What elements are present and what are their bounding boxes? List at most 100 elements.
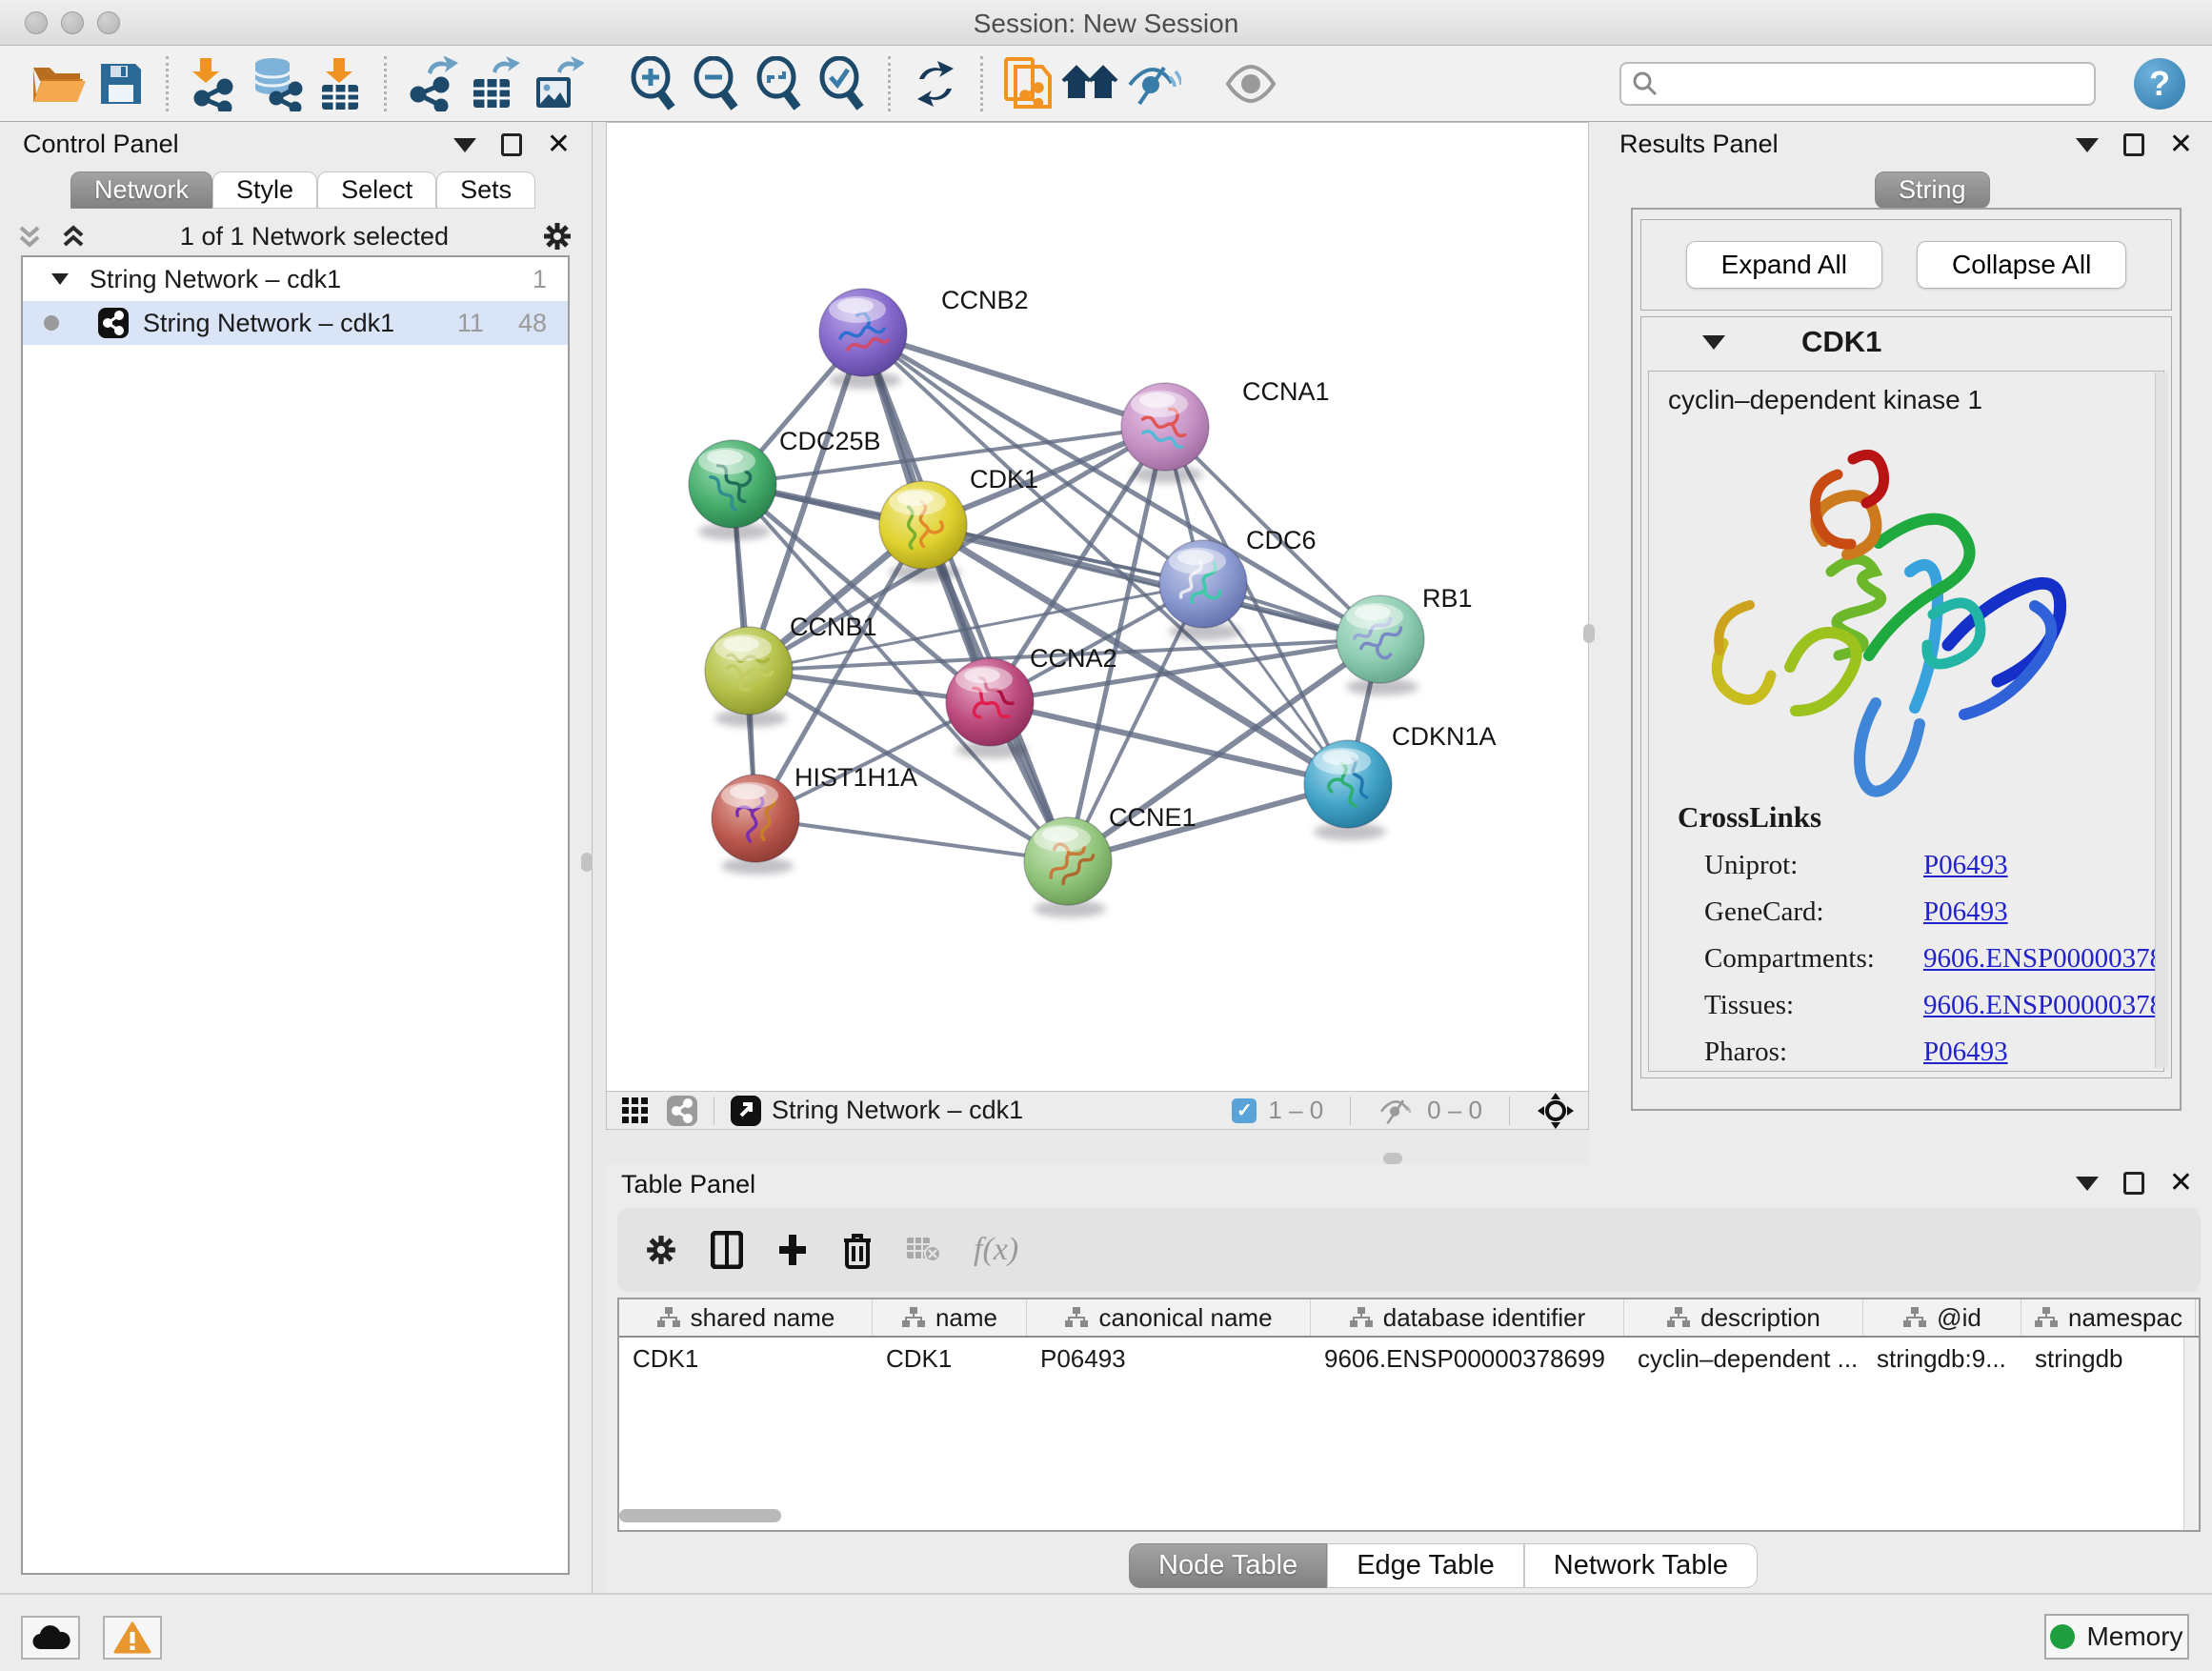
node-label-ccna2: CCNA2 [1030, 644, 1117, 673]
network-options-gear-icon[interactable] [541, 220, 573, 252]
splitter-handle[interactable] [1583, 624, 1595, 643]
import-network-file-button[interactable] [182, 53, 245, 114]
crosslink-link[interactable]: P06493 [1923, 896, 2008, 928]
import-table-file-button[interactable] [308, 53, 371, 114]
crosslink-link[interactable]: 9606.ENSP00000378699 [1923, 943, 2164, 975]
splitter-handle[interactable] [1383, 1153, 1402, 1164]
results-scrollbar[interactable] [2155, 372, 2168, 1068]
network-node-cdc25b[interactable]: CDC25B [689, 427, 881, 540]
first-neighbors-button[interactable] [1059, 53, 1122, 114]
network-edge[interactable] [863, 332, 1165, 427]
crosslink-link[interactable]: 9606.ENSP00000378699 [1923, 990, 2164, 1021]
create-column-plus-icon[interactable] [775, 1233, 810, 1267]
table-cell[interactable]: CDK1 [619, 1338, 873, 1379]
tab-network-table[interactable]: Network Table [1524, 1543, 1758, 1588]
collapse-all-button[interactable]: Collapse All [1917, 241, 2126, 289]
table-cell[interactable]: stringdb [2021, 1338, 2196, 1379]
apply-layout-button[interactable] [904, 53, 967, 114]
network-icon-toggle[interactable] [666, 1095, 698, 1127]
tab-string[interactable]: String [1875, 171, 1990, 209]
delete-column-trash-icon[interactable] [842, 1231, 873, 1269]
float-panel-button[interactable] [501, 133, 522, 156]
search-input[interactable] [1659, 68, 2069, 99]
selected-checkbox-icon[interactable]: ✓ [1232, 1098, 1257, 1123]
tab-sets[interactable]: Sets [436, 171, 535, 209]
column-header-canonical-name[interactable]: canonical name [1027, 1299, 1311, 1336]
table-cell[interactable]: CDK1 [873, 1338, 1027, 1379]
network-node-cdk1[interactable]: CDK1 [879, 465, 1038, 581]
tab-network[interactable]: Network [70, 171, 212, 209]
save-session-button[interactable] [90, 53, 152, 114]
warnings-button[interactable] [103, 1616, 162, 1660]
column-header-name[interactable]: name [873, 1299, 1027, 1336]
panel-menu-icon[interactable] [2076, 1177, 2099, 1191]
close-panel-button[interactable]: ✕ [2169, 133, 2193, 156]
expand-all-icon[interactable] [59, 222, 88, 251]
table-options-gear-icon[interactable] [644, 1233, 678, 1267]
column-header-description[interactable]: description [1624, 1299, 1863, 1336]
column-header-namespac[interactable]: namespac [2021, 1299, 2196, 1336]
table-cell[interactable]: P06493 [1027, 1338, 1311, 1379]
export-table-button[interactable] [463, 53, 526, 114]
help-button[interactable]: ? [2134, 58, 2185, 110]
birds-eye-crosshair-icon[interactable] [1537, 1092, 1575, 1130]
network-row-selected[interactable]: String Network – cdk1 1148 [23, 301, 568, 345]
table-cell[interactable]: stringdb:9... [1863, 1338, 2021, 1379]
table-cell[interactable]: 9606.ENSP00000378699 [1311, 1338, 1624, 1379]
export-network-button[interactable] [400, 53, 463, 114]
network-collection-row[interactable]: String Network – cdk1 1 [23, 257, 568, 301]
column-header--id[interactable]: @id [1863, 1299, 2021, 1336]
close-panel-button[interactable]: ✕ [2169, 1172, 2193, 1195]
show-columns-icon[interactable] [711, 1231, 743, 1269]
grid-view-icon[interactable] [620, 1096, 651, 1126]
network-node-ccnb1[interactable]: CCNB1 [705, 613, 877, 727]
collapse-all-icon[interactable] [15, 222, 44, 251]
memory-button[interactable]: Memory [2044, 1614, 2189, 1660]
cdk1-section-header[interactable]: CDK1 [1641, 317, 2171, 367]
float-panel-button[interactable] [2123, 133, 2144, 156]
splitter-handle[interactable] [581, 853, 593, 872]
column-header-database-identifier[interactable]: database identifier [1311, 1299, 1624, 1336]
zoom-out-button[interactable] [686, 53, 749, 114]
network-edge[interactable] [990, 702, 1348, 784]
panel-menu-icon[interactable] [453, 138, 476, 152]
network-node-hist1h1a[interactable]: HIST1H1A [712, 763, 917, 875]
zoom-fit-button[interactable] [749, 53, 812, 114]
network-node-rb1[interactable]: RB1 [1337, 584, 1473, 695]
tab-edge-table[interactable]: Edge Table [1327, 1543, 1524, 1588]
collection-expand-icon[interactable] [51, 273, 69, 285]
expand-all-button[interactable]: Expand All [1686, 241, 1882, 289]
column-header-shared-name[interactable]: shared name [619, 1299, 873, 1336]
crosslink-link[interactable]: P06493 [1923, 850, 2008, 881]
zoom-selected-icon [816, 56, 870, 111]
table-horizontal-scrollbar[interactable] [619, 1509, 781, 1522]
zoom-fit-icon [754, 56, 807, 111]
tab-select[interactable]: Select [317, 171, 436, 209]
section-expand-icon[interactable] [1702, 335, 1725, 350]
table-vertical-scrollbar[interactable] [2183, 1338, 2199, 1532]
export-image-button[interactable] [526, 53, 589, 114]
network-from-selection-button[interactable] [996, 53, 1059, 114]
cloud-status-button[interactable] [21, 1616, 80, 1660]
tab-node-table[interactable]: Node Table [1129, 1543, 1327, 1588]
tab-style[interactable]: Style [212, 171, 317, 209]
column-type-icon [1349, 1306, 1374, 1329]
hide-selected-button[interactable] [1122, 53, 1185, 114]
float-panel-button[interactable] [2123, 1172, 2144, 1195]
show-all-button[interactable] [1219, 53, 1282, 114]
network-node-cdkn1a[interactable]: CDKN1A [1304, 722, 1497, 840]
table-row[interactable]: CDK1CDK1P064939606.ENSP00000378699cyclin… [619, 1338, 2199, 1379]
zoom-in-button[interactable] [623, 53, 686, 114]
panel-menu-icon[interactable] [2076, 138, 2099, 152]
network-edge[interactable] [755, 818, 1068, 861]
import-network-database-button[interactable] [245, 53, 308, 114]
crosslink-link[interactable]: P06493 [1923, 1037, 2008, 1068]
close-panel-button[interactable]: ✕ [547, 133, 571, 156]
network-canvas[interactable]: CCNB2CCNA1CDC25BCDK1CDC6RB1CCNB1CCNA2CDK… [607, 123, 1588, 1091]
detach-view-icon[interactable] [730, 1095, 762, 1127]
network-node-cdc6[interactable]: CDC6 [1159, 526, 1317, 640]
zoom-selected-button[interactable] [812, 53, 875, 114]
table-cell[interactable]: cyclin–dependent ... [1624, 1338, 1863, 1379]
network-node-ccna1[interactable]: CCNA1 [1121, 377, 1330, 483]
open-session-button[interactable] [27, 53, 90, 114]
